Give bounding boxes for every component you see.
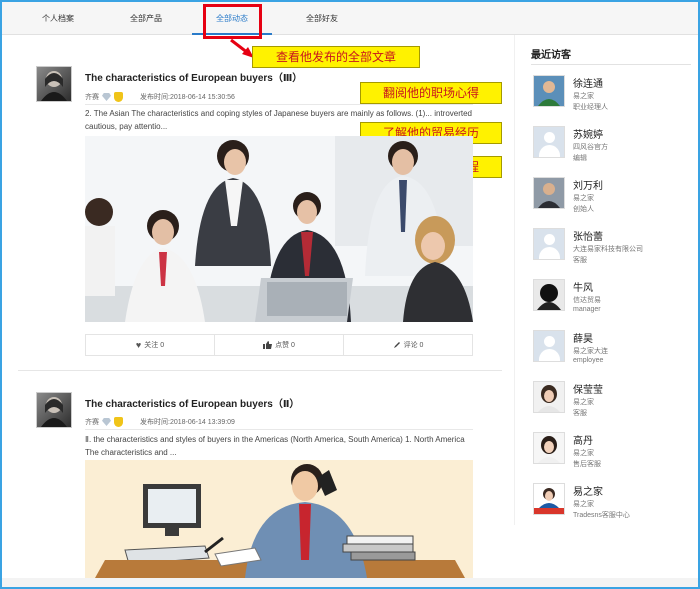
visitor-role: 售后客服 [573, 461, 601, 468]
callout-articles: 查看他发布的全部文章 [252, 46, 420, 68]
visitor-role: 职业经理人 [573, 104, 608, 111]
visitor-company: 易之家大连 [573, 348, 608, 355]
author-name[interactable]: 齐赛 [85, 92, 99, 102]
post-date: 发布时间:2018-06-14 13:39:09 [140, 419, 235, 426]
post-title[interactable]: The characteristics of European buyers（Ⅲ… [85, 69, 302, 84]
post-image-business-meeting[interactable] [85, 136, 473, 322]
visitor-role: Tradesns客服中心 [573, 512, 630, 519]
post-divider [85, 104, 473, 105]
post-date: 发布时间:2018-06-14 15:30:56 [140, 94, 235, 101]
visitor-item[interactable]: 张怡蕾 大连易家科技有限公司 客服 [533, 228, 700, 268]
visitor-company: 易之家 [573, 195, 594, 202]
shield-badge-icon [114, 92, 123, 102]
post-excerpt: Ⅱ. the characteristics and styles of buy… [85, 435, 465, 457]
visitor-role: 客服 [573, 257, 587, 264]
visitor-name[interactable]: 易之家 [573, 483, 603, 498]
post-actions: ♥ 关注 0 点赞 0 评论 0 [85, 334, 473, 356]
follow-label: 关注 0 [144, 342, 165, 349]
visitor-name[interactable]: 高丹 [573, 432, 593, 447]
visitor-company: 四风谷官方 [573, 144, 608, 151]
post-image-office-worker[interactable] [85, 460, 473, 578]
post-divider [85, 429, 473, 430]
visitor-avatar-default-icon[interactable] [533, 228, 565, 260]
recent-visitors-panel: 最近访客 徐连通 易之家 职业经理人 苏婉婷 四风谷官方 编辑 刘万利 易之家 … [514, 35, 698, 525]
visitor-company: 易之家 [573, 93, 594, 100]
sidebar-title: 最近访客 [531, 50, 571, 61]
pencil-icon [393, 342, 400, 348]
visitor-item[interactable]: 高丹 易之家 售后客服 [533, 432, 700, 472]
visitor-name[interactable]: 张怡蕾 [573, 228, 603, 243]
like-button[interactable]: 点赞 0 [215, 335, 344, 355]
tab-profile[interactable]: 个人档案 [24, 2, 92, 35]
tab-products[interactable]: 全部产品 [112, 2, 180, 35]
visitor-avatar[interactable] [533, 483, 565, 515]
visitor-item[interactable]: 易之家 易之家 Tradesns客服中心 [533, 483, 700, 523]
post-meta: 齐赛 发布时间:2018-06-14 15:30:56 [85, 92, 235, 102]
tab-friends[interactable]: 全部好友 [286, 2, 358, 35]
visitor-role: 创始人 [573, 206, 594, 213]
profile-tab-bar: 个人档案 全部产品 全部动态 全部好友 [2, 2, 698, 35]
visitor-company: 易之家 [573, 450, 594, 457]
visitor-company: 易之家 [573, 399, 594, 406]
visitor-item[interactable]: 苏婉婷 四风谷官方 编辑 [533, 126, 700, 166]
visitor-name[interactable]: 徐连通 [573, 75, 603, 90]
post-separator [18, 370, 502, 371]
visitor-avatar[interactable] [533, 75, 565, 107]
post-excerpt: 2. The Asian The characteristics and cop… [85, 109, 473, 131]
visitor-role: manager [573, 306, 601, 313]
visitor-avatar[interactable] [533, 177, 565, 209]
visitor-item[interactable]: 保莹莹 易之家 客服 [533, 381, 700, 421]
shield-badge-icon [114, 417, 123, 427]
visitor-name[interactable]: 保莹莹 [573, 381, 603, 396]
visitor-avatar-default-icon[interactable] [533, 330, 565, 362]
visitor-item[interactable]: 徐连通 易之家 职业经理人 [533, 75, 700, 115]
visitor-item[interactable]: 刘万利 易之家 创始人 [533, 177, 700, 217]
visitor-name[interactable]: 薛昊 [573, 330, 593, 345]
visitor-name[interactable]: 牛风 [573, 279, 593, 294]
visitor-item[interactable]: 薛昊 易之家大连 employee [533, 330, 700, 370]
post-title[interactable]: The characteristics of European buyers（Ⅱ… [85, 395, 299, 410]
comment-label: 评论 0 [403, 342, 424, 349]
visitor-role: 编辑 [573, 155, 587, 162]
visitor-name[interactable]: 刘万利 [573, 177, 603, 192]
visitor-avatar-default-icon[interactable] [533, 126, 565, 158]
sidebar-divider [531, 64, 691, 65]
callout-experience: 翻阅他的职场心得 [360, 82, 502, 104]
diamond-badge-icon [102, 93, 111, 101]
author-avatar[interactable] [36, 392, 72, 428]
tab-highlight-box [203, 4, 262, 39]
diamond-badge-icon [102, 418, 111, 426]
visitor-role: employee [573, 357, 604, 364]
visitor-item[interactable]: 牛风 信达贸易 manager [533, 279, 700, 319]
page-footer-strip [2, 578, 698, 587]
author-name[interactable]: 齐赛 [85, 417, 99, 427]
follow-button[interactable]: ♥ 关注 0 [86, 335, 215, 355]
heart-icon: ♥ [135, 340, 142, 350]
author-avatar[interactable] [36, 66, 72, 102]
post-meta: 齐赛 发布时间:2018-06-14 13:39:09 [85, 417, 235, 427]
visitor-company: 信达贸易 [573, 297, 601, 304]
visitor-avatar[interactable] [533, 432, 565, 464]
visitor-name[interactable]: 苏婉婷 [573, 126, 603, 141]
comment-button[interactable]: 评论 0 [344, 335, 472, 355]
thumbs-up-icon [263, 341, 273, 349]
like-label: 点赞 0 [275, 342, 295, 349]
visitor-avatar[interactable] [533, 381, 565, 413]
visitor-role: 客服 [573, 410, 587, 417]
visitor-avatar[interactable] [533, 279, 565, 311]
visitor-company: 易之家 [573, 501, 594, 508]
visitor-company: 大连易家科技有限公司 [573, 246, 643, 253]
